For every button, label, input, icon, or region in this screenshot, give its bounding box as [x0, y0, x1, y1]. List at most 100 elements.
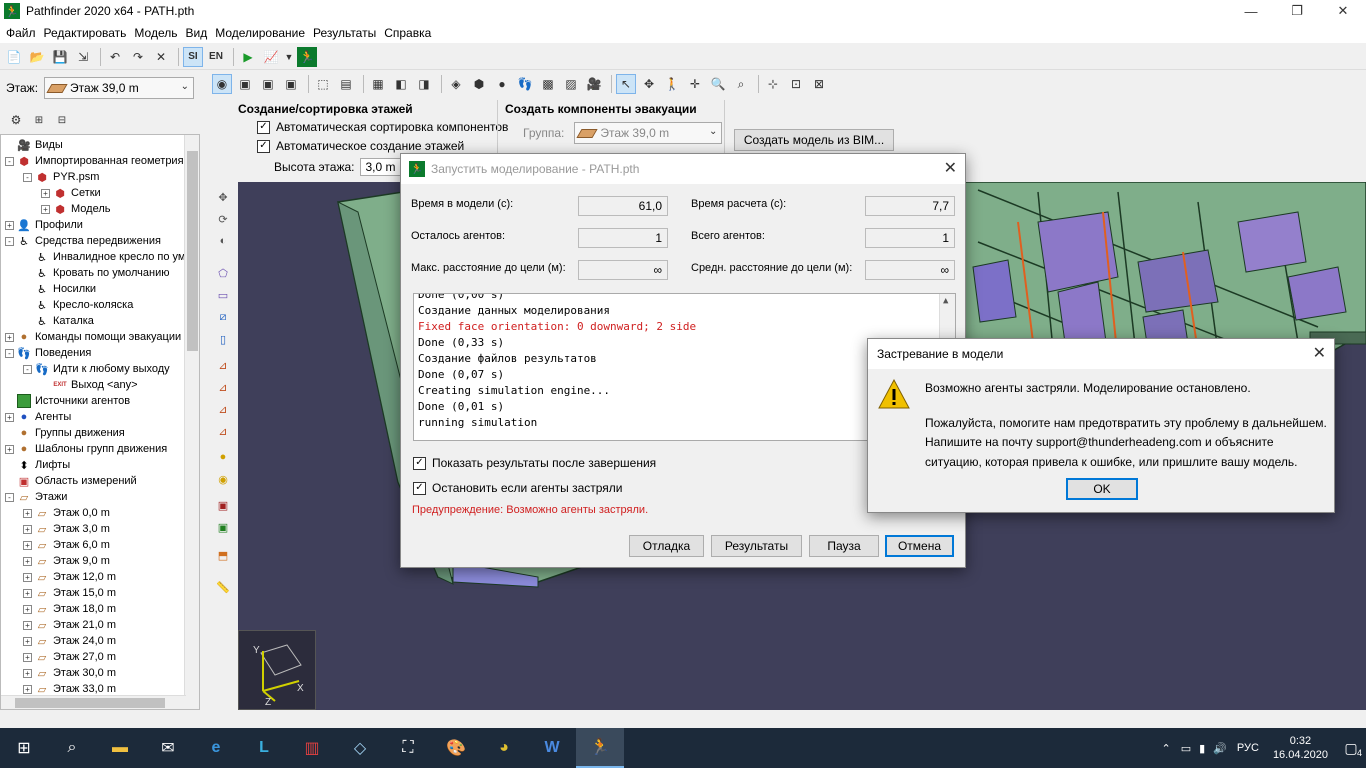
shaded-icon[interactable]: ▤ [336, 74, 356, 94]
tree-item[interactable]: ♿ Носилки [23, 281, 96, 297]
navmesh-icon[interactable]: ◈ [446, 74, 466, 94]
expand-icon[interactable]: + [23, 588, 32, 598]
solid-view-icon[interactable]: ◧ [391, 74, 411, 94]
chrome-icon[interactable]: ◕ [480, 728, 528, 768]
tree-item[interactable]: + ● Агенты [5, 409, 71, 425]
clock[interactable]: 0:32 16.04.2020 [1273, 734, 1328, 762]
open-folder-icon[interactable]: 📂 [27, 47, 47, 67]
tree-filter-icon[interactable]: ⚙ [6, 110, 26, 130]
expand-icon[interactable]: + [23, 508, 32, 518]
search-icon[interactable]: ⌕ [48, 728, 96, 768]
collapse-icon[interactable]: - [5, 236, 14, 246]
dropdown-arrow-icon[interactable]: ▼ [284, 47, 294, 67]
pan-icon[interactable]: ✛ [685, 74, 705, 94]
menu-results[interactable]: Результаты [309, 26, 380, 40]
debug-button[interactable]: Отладка [629, 535, 704, 557]
expand-icon[interactable]: + [23, 620, 32, 630]
expand-icon[interactable]: + [41, 188, 50, 198]
zoom-fit-icon[interactable]: ⊡ [786, 74, 806, 94]
expand-icon[interactable]: + [23, 684, 32, 694]
battery-icon[interactable]: ▮ [1199, 742, 1205, 755]
tree-item[interactable]: 🎥 Виды [5, 137, 63, 153]
tree-item[interactable]: - ♿ Средства передвижения [5, 233, 161, 249]
undo-icon[interactable]: ↶ [105, 47, 125, 67]
maximize-button[interactable]: ❐ [1274, 0, 1320, 22]
geometry-filter-icon[interactable]: ▦ [368, 74, 388, 94]
tree-item[interactable]: + ▱ Этаж 12,0 m [23, 569, 116, 585]
view-top-icon[interactable]: ▣ [281, 74, 301, 94]
tree-item[interactable]: Источники агентов [5, 393, 130, 409]
pause-button[interactable]: Пауза [809, 535, 879, 557]
red-app-icon[interactable]: ▥ [288, 728, 336, 768]
close-icon[interactable]: ✕ [1313, 343, 1326, 363]
ok-button[interactable]: OK [1066, 478, 1138, 500]
ramp-icon[interactable]: ⊿ [214, 400, 232, 418]
tree-item[interactable]: - 👣 Идти к любому выходу [23, 361, 170, 377]
zoom-box-icon[interactable]: ⌕ [731, 74, 751, 94]
pathfinder-run-icon[interactable]: 🏃 [297, 46, 317, 67]
collapse-icon[interactable]: - [5, 156, 14, 166]
tree-item[interactable]: - 👣 Поведения [5, 345, 91, 361]
mirror-icon[interactable]: ◐ [214, 232, 232, 250]
tree-item[interactable]: + ▱ Этаж 24,0 m [23, 633, 116, 649]
close-button[interactable]: ✕ [1320, 0, 1366, 22]
expand-icon[interactable]: + [23, 556, 32, 566]
expand-icon[interactable]: + [5, 444, 14, 454]
menu-view[interactable]: Вид [182, 26, 212, 40]
tree-item[interactable]: - ▱ Этажи [5, 489, 67, 505]
redo-icon[interactable]: ↷ [128, 47, 148, 67]
create-from-bim-button[interactable]: Создать модель из BIM... [734, 129, 894, 151]
zoom-selected-icon[interactable]: ⊠ [809, 74, 829, 94]
split-room-icon[interactable]: ⧄ [214, 308, 232, 326]
select-view-icon[interactable]: ◉ [212, 74, 232, 94]
tree-item[interactable]: + ▱ Этаж 18,0 m [23, 601, 116, 617]
tree-item[interactable]: + ⬢ Сетки [41, 185, 101, 201]
tree-item[interactable]: + ▱ Этаж 0,0 m [23, 505, 110, 521]
group-combo[interactable]: Этаж 39,0 m ⌄ [574, 122, 723, 144]
mail-icon[interactable]: ✉ [144, 728, 192, 768]
pointer-icon[interactable]: ↖ [616, 74, 636, 94]
navigation-tree[interactable]: 🎥 Виды - ⬢ Импортированная геометрия - ⬢ PYR.ps… [0, 134, 200, 710]
notifications-icon[interactable]: ▢ 4 [1336, 728, 1366, 768]
collapse-icon[interactable]: - [5, 348, 14, 358]
l-app-icon[interactable]: L [240, 728, 288, 768]
tree-item[interactable]: ♿ Инвалидное кресло по умолчанию [23, 249, 199, 265]
collapse-icon[interactable]: - [23, 172, 32, 182]
si-units-button[interactable]: SI [183, 46, 203, 67]
volume-icon[interactable]: 🔊 [1213, 742, 1227, 755]
show-results-checkbox[interactable]: ✓ Показать результаты после завершения [413, 456, 656, 470]
agent-icon[interactable]: ● [492, 74, 512, 94]
edge-browser-icon[interactable]: e [192, 728, 240, 768]
geometry-icon[interactable]: ⬢ [469, 74, 489, 94]
camera-icon[interactable]: 🎥 [584, 74, 604, 94]
book-app-icon[interactable]: ◇ [336, 728, 384, 768]
expand-icon[interactable]: + [5, 332, 14, 342]
auto-create-checkbox[interactable]: ✓ Автоматическое создание этажей [257, 139, 464, 153]
draw-room-icon[interactable]: ⬠ [214, 264, 232, 282]
network-icon[interactable]: ▭ [1181, 742, 1191, 755]
tree-scrollbar[interactable] [184, 135, 199, 709]
expand-all-icon[interactable]: ⊞ [29, 110, 49, 130]
view-front-icon[interactable]: ▣ [235, 74, 255, 94]
rotate-icon[interactable]: ⟳ [214, 210, 232, 228]
menu-file[interactable]: Файл [2, 26, 40, 40]
expand-icon[interactable]: + [23, 604, 32, 614]
agent-source-icon[interactable]: ▣ [214, 518, 232, 536]
stairs-icon[interactable]: ⊿ [214, 356, 232, 374]
tree-item[interactable]: ♿ Каталка [23, 313, 94, 329]
tree-item[interactable]: + ▱ Этаж 30,0 m [23, 665, 116, 681]
expand-icon[interactable]: + [23, 524, 32, 534]
paint-icon[interactable]: 🎨 [432, 728, 480, 768]
tree-item[interactable]: + ▱ Этаж 6,0 m [23, 537, 110, 553]
tree-item[interactable]: ● Группы движения [5, 425, 125, 441]
tree-item[interactable]: - ⬢ Импортированная геометрия [5, 153, 184, 169]
expand-icon[interactable]: + [23, 572, 32, 582]
tree-item[interactable]: + ▱ Этаж 9,0 m [23, 553, 110, 569]
chevron-up-icon[interactable]: ⌃ [1162, 742, 1171, 755]
snap-icon[interactable]: ⊹ [763, 74, 783, 94]
save-icon[interactable]: 💾 [50, 47, 70, 67]
expand-icon[interactable]: + [23, 668, 32, 678]
tree-item[interactable]: + ▱ Этаж 27,0 m [23, 649, 116, 665]
stairs-2-icon[interactable]: ⊿ [214, 378, 232, 396]
menu-simulation[interactable]: Моделирование [211, 26, 309, 40]
